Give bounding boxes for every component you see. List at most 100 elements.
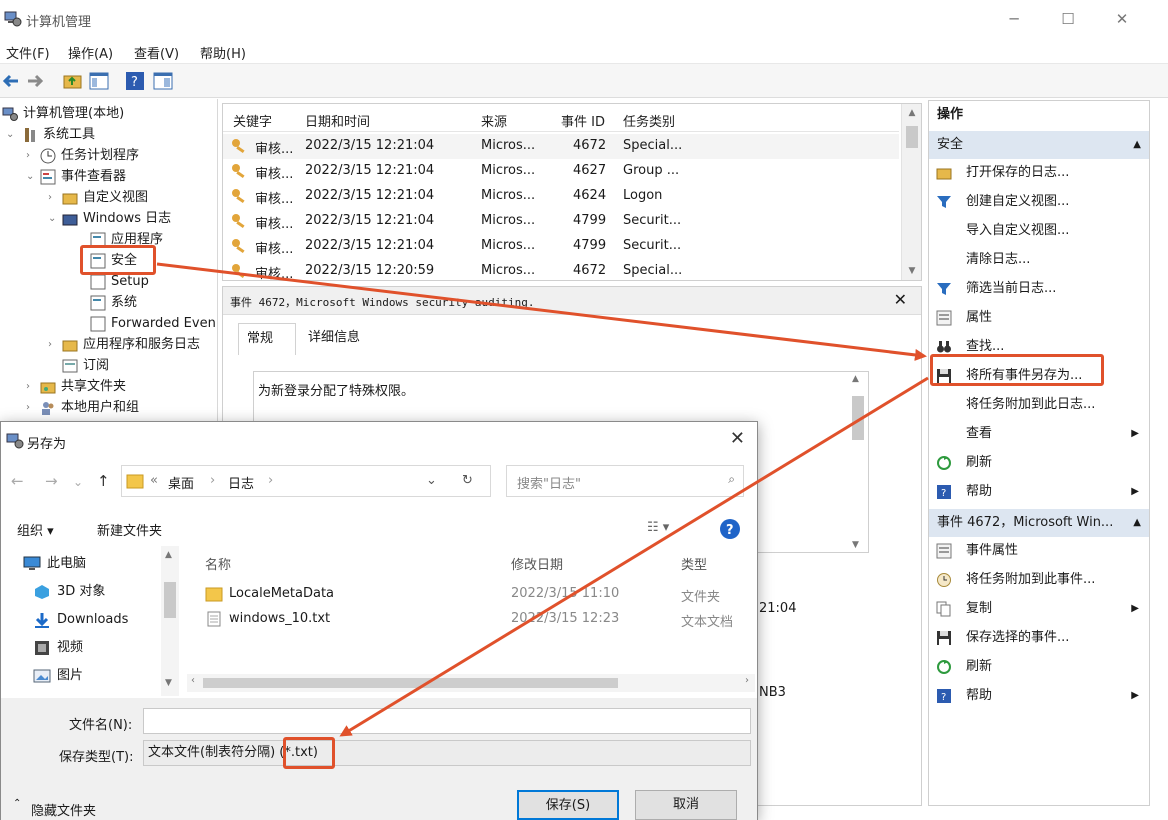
tab-details[interactable]: 详细信息	[300, 323, 368, 355]
tree-item-system-tools[interactable]: ⌄ 系统工具	[6, 124, 95, 145]
maximize-button[interactable]: ☐	[1048, 6, 1088, 32]
chevron-up-icon[interactable]: ⌃	[13, 798, 21, 809]
filename-input[interactable]	[143, 708, 751, 734]
chevron-down-icon[interactable]: ⌄	[73, 475, 83, 489]
event-row[interactable]: 审核... 2022/3/15 12:21:04 Micros... 4627 Grou…	[223, 159, 899, 184]
menu-file[interactable]: 文件(F)	[6, 43, 50, 62]
save-button[interactable]: 保存(S)	[517, 790, 619, 820]
forward-arrow-icon[interactable]	[24, 70, 46, 92]
dialog-close-button[interactable]: ✕	[730, 428, 745, 449]
collapse-icon[interactable]: ▲	[1133, 509, 1141, 537]
column-header-source[interactable]: 来源	[481, 111, 507, 130]
action-item[interactable]: 复制 ▶	[929, 595, 1149, 623]
help-icon[interactable]: ?	[124, 70, 146, 92]
chevron-down-icon[interactable]: ⌄	[26, 166, 34, 187]
show-hide-tree-icon[interactable]	[88, 70, 110, 92]
scroll-down-icon[interactable]: ▼	[165, 678, 172, 688]
column-header-task-category[interactable]: 任务类别	[623, 111, 675, 130]
back-arrow-icon[interactable]	[0, 70, 22, 92]
file-row[interactable]: LocaleMetaData 2022/3/15 11:10 文件夹	[187, 582, 747, 607]
scroll-left-icon[interactable]: ‹	[191, 675, 195, 686]
description-scrollbar[interactable]: ▲ ▼	[848, 372, 868, 552]
scrollbar-thumb[interactable]	[203, 678, 618, 688]
action-item[interactable]: 事件属性	[929, 537, 1149, 565]
close-detail-button[interactable]: ✕	[894, 290, 907, 309]
breadcrumb-logs[interactable]: 日志	[228, 473, 254, 492]
help-icon[interactable]: ?	[719, 518, 741, 540]
menu-action[interactable]: 操作(A)	[68, 43, 113, 62]
cancel-button[interactable]: 取消	[635, 790, 737, 820]
nav-scrollbar[interactable]: ▲ ▼	[161, 546, 179, 696]
event-row[interactable]: 审核... 2022/3/15 12:21:04 Micros... 4624 Logo…	[223, 184, 899, 209]
action-item[interactable]: 导入自定义视图...	[929, 217, 1149, 245]
action-item[interactable]: 刷新	[929, 653, 1149, 681]
scrollbar-thumb[interactable]	[852, 396, 864, 440]
action-item[interactable]: 打开保存的日志...	[929, 159, 1149, 187]
tree-item-forwarded-events[interactable]: Forwarded Even	[90, 313, 216, 334]
menu-view[interactable]: 查看(V)	[134, 43, 179, 62]
scroll-up-icon[interactable]: ▲	[902, 108, 922, 118]
event-row[interactable]: 审核... 2022/3/15 12:21:04 Micros... 4799 Secu…	[223, 209, 899, 234]
action-item[interactable]: 查看 ▶	[929, 420, 1149, 448]
scroll-down-icon[interactable]: ▼	[852, 540, 859, 550]
column-header-keyword[interactable]: 关键字	[233, 111, 272, 130]
address-bar[interactable]: « 桌面 › 日志 › ⌄ ↻	[121, 465, 491, 497]
nav-3d-objects[interactable]: 3D 对象	[33, 578, 105, 606]
chevron-right-icon[interactable]: ›	[26, 376, 30, 397]
forward-arrow-icon[interactable]: →	[45, 472, 58, 490]
column-header-name[interactable]: 名称	[205, 554, 231, 573]
event-row[interactable]: 审核... 2022/3/15 12:21:04 Micros... 4799 Secu…	[223, 234, 899, 259]
nav-downloads[interactable]: Downloads	[33, 606, 128, 634]
action-item[interactable]: 将任务附加到此日志...	[929, 391, 1149, 419]
column-header-modified[interactable]: 修改日期	[511, 554, 563, 573]
search-input[interactable]: 搜索"日志" ⌕	[506, 465, 744, 497]
action-item[interactable]: 筛选当前日志...	[929, 275, 1149, 303]
scrollbar-thumb[interactable]	[164, 582, 176, 618]
chevron-right-icon[interactable]: ›	[48, 187, 52, 208]
breadcrumb-separator[interactable]: ›	[268, 473, 273, 488]
tree-item-system-log[interactable]: 系统	[90, 292, 137, 313]
chevron-down-icon[interactable]: ⌄	[48, 208, 56, 229]
properties-icon[interactable]	[152, 70, 174, 92]
nav-pictures[interactable]: 图片	[33, 662, 83, 690]
tree-item-app-service-logs[interactable]: › 应用程序和服务日志	[48, 334, 200, 355]
breadcrumb-desktop[interactable]: 桌面	[168, 473, 194, 492]
column-header-event-id[interactable]: 事件 ID	[561, 111, 605, 130]
menu-help[interactable]: 帮助(H)	[200, 43, 246, 62]
tree-item-subscriptions[interactable]: 订阅	[62, 355, 109, 376]
actions-section-event[interactable]: 事件 4672，Microsoft Win... ▲	[929, 509, 1149, 537]
chevron-right-icon[interactable]: ›	[26, 145, 30, 166]
chevron-down-icon[interactable]: ⌄	[426, 473, 437, 488]
view-options-icon[interactable]: ☷ ▾	[647, 520, 669, 535]
actions-section-security[interactable]: 安全 ▲	[929, 131, 1149, 159]
scroll-up-icon[interactable]: ▲	[852, 374, 859, 384]
organize-button[interactable]: 组织 ▾	[17, 520, 54, 539]
scroll-down-icon[interactable]: ▼	[902, 266, 922, 276]
tab-general[interactable]: 常规	[238, 323, 296, 355]
filetype-select[interactable]: 文本文件(制表符分隔) (*.txt)	[143, 740, 751, 766]
tree-item-event-viewer[interactable]: ⌄ 事件查看器	[26, 166, 126, 187]
minimize-button[interactable]: ─	[994, 6, 1034, 32]
event-row[interactable]: 审核... 2022/3/15 12:20:59 Micros... 4672 Spec…	[223, 259, 899, 284]
scroll-right-icon[interactable]: ›	[745, 675, 749, 686]
event-list-scrollbar[interactable]: ▲ ▼	[901, 104, 921, 280]
column-header-type[interactable]: 类型	[681, 554, 707, 573]
chevron-down-icon[interactable]: ⌄	[6, 124, 14, 145]
event-row[interactable]: 审核... 2022/3/15 12:21:04 Micros... 4672 Spec…	[223, 134, 899, 159]
up-arrow-icon[interactable]: ↑	[97, 472, 110, 490]
tree-item-computer-management[interactable]: 计算机管理(本地)	[2, 103, 124, 124]
action-item[interactable]: 创建自定义视图...	[929, 188, 1149, 216]
back-arrow-icon[interactable]: ←	[11, 472, 24, 490]
close-button[interactable]: ✕	[1102, 6, 1142, 32]
action-item[interactable]: 刷新	[929, 449, 1149, 477]
scrollbar-thumb[interactable]	[906, 126, 918, 148]
tree-item-task-scheduler[interactable]: › 任务计划程序	[26, 145, 139, 166]
tree-item-local-users[interactable]: › 本地用户和组	[26, 397, 139, 418]
action-item[interactable]: 保存选择的事件...	[929, 624, 1149, 652]
address-overflow[interactable]: «	[150, 473, 158, 488]
hide-folders-toggle[interactable]: 隐藏文件夹	[31, 800, 96, 819]
file-list-hscrollbar[interactable]: ‹ ›	[187, 674, 755, 692]
tree-item-custom-views[interactable]: › 自定义视图	[48, 187, 148, 208]
column-header-datetime[interactable]: 日期和时间	[305, 111, 370, 130]
folder-up-icon[interactable]	[62, 70, 84, 92]
